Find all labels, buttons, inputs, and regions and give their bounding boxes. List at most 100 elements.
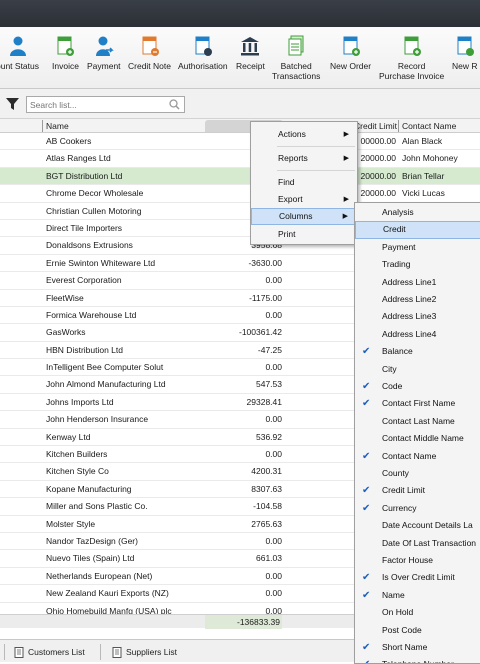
new-order-button[interactable]: New Order bbox=[330, 35, 371, 71]
filter-icon[interactable] bbox=[6, 98, 19, 110]
customer-balance: 0.00 bbox=[265, 535, 282, 546]
column-option[interactable]: Date Account Details La bbox=[355, 517, 480, 534]
menu-item-print[interactable]: Print bbox=[251, 226, 357, 243]
menu-separator bbox=[277, 170, 355, 171]
suppliers-list-tab[interactable]: Suppliers List bbox=[110, 645, 177, 659]
menu-item-find[interactable]: Find bbox=[251, 174, 357, 191]
table-row[interactable]: AB Cookers4900000.00Alan Black bbox=[0, 133, 480, 151]
check-icon: ✔ bbox=[362, 381, 371, 392]
customer-balance: -3630.00 bbox=[248, 257, 282, 268]
column-option-label: Trading bbox=[382, 259, 411, 270]
customer-name: New Zealand Kauri Exports (NZ) bbox=[46, 588, 169, 599]
new-r-button[interactable]: New R bbox=[452, 35, 478, 71]
batched-transactions-button[interactable]: Batched Transactions bbox=[272, 35, 320, 81]
column-option[interactable]: Address Line4 bbox=[355, 326, 480, 343]
record-purchase-invoice-button[interactable]: Record Purchase Invoice bbox=[379, 35, 444, 81]
submenu-arrow-icon: ▶ bbox=[343, 131, 349, 138]
column-option-label: Contact Last Name bbox=[382, 415, 455, 426]
credit-note-label: Credit Note bbox=[128, 61, 171, 71]
customer-name: AB Cookers bbox=[46, 136, 92, 146]
column-header-credit-limit[interactable]: Credit Limit bbox=[354, 120, 397, 132]
authorisation-button[interactable]: Authorisation bbox=[178, 35, 228, 71]
column-option[interactable]: ✔ Contact Name bbox=[355, 448, 480, 465]
column-header-name[interactable]: Name bbox=[42, 120, 69, 132]
column-option-label: Date Of Last Transaction bbox=[382, 537, 477, 548]
new-r-label: New R bbox=[452, 61, 478, 71]
account-status-label: ount Status bbox=[0, 61, 40, 71]
account-status-button[interactable]: ount Status bbox=[0, 35, 39, 71]
column-option-label: Name bbox=[382, 589, 405, 600]
column-option[interactable]: ✔ Credit Limit bbox=[355, 482, 480, 499]
column-option[interactable]: Contact Last Name bbox=[355, 413, 480, 430]
invoice-icon bbox=[57, 36, 75, 56]
customer-contact-name: John Mohoney bbox=[402, 153, 458, 164]
column-option[interactable]: Address Line1 bbox=[355, 274, 480, 291]
column-option[interactable]: City bbox=[355, 361, 480, 378]
column-option[interactable]: ✔ Currency bbox=[355, 500, 480, 517]
customer-name: Kenway Ltd bbox=[46, 431, 91, 442]
column-option[interactable]: Payment bbox=[355, 239, 480, 256]
search-icon[interactable] bbox=[169, 99, 180, 110]
column-option[interactable]: ✔Telephone Number bbox=[355, 656, 480, 663]
column-option[interactable]: On Hold bbox=[355, 604, 480, 621]
column-option[interactable]: Address Line2 bbox=[355, 291, 480, 308]
check-icon: ✔ bbox=[362, 656, 370, 663]
payment-button[interactable]: Payment bbox=[87, 35, 121, 71]
customer-balance: 536.92 bbox=[256, 431, 282, 442]
column-option[interactable]: Post Code bbox=[355, 622, 480, 639]
table-row[interactable]: BGT Distribution Ltd-1320000.00Brian Tel… bbox=[0, 167, 480, 186]
credit-note-button[interactable]: Credit Note bbox=[128, 35, 171, 71]
column-option[interactable]: Date Of Last Transaction bbox=[355, 535, 480, 552]
column-option[interactable]: Trading bbox=[355, 256, 480, 273]
column-option[interactable]: ✔ Is Over Credit Limit bbox=[355, 569, 480, 586]
menu-separator bbox=[277, 146, 355, 147]
column-option[interactable]: Credit bbox=[355, 221, 480, 239]
document-icon bbox=[112, 647, 122, 658]
menu-item-actions[interactable]: Actions ▶ bbox=[251, 126, 357, 143]
search-input[interactable] bbox=[27, 97, 162, 112]
invoice-button[interactable]: Invoice bbox=[52, 35, 79, 71]
column-option[interactable]: ✔ Balance bbox=[355, 343, 480, 360]
column-option[interactable]: Factor House bbox=[355, 552, 480, 569]
table-row[interactable]: Chrome Decor Wholesale 20000.00 Vicki Luca… bbox=[0, 185, 480, 203]
column-option[interactable]: Contact Middle Name bbox=[355, 430, 480, 447]
authorisation-icon bbox=[195, 36, 212, 56]
customer-name: GasWorks bbox=[46, 327, 86, 338]
receipt-button[interactable]: Receipt bbox=[236, 35, 265, 71]
column-option-label: Contact Middle Name bbox=[382, 433, 464, 444]
invoice-label: Invoice bbox=[52, 61, 79, 71]
customer-balance: -104.58 bbox=[253, 501, 282, 512]
column-header-contact-name[interactable]: Contact Name bbox=[398, 120, 456, 132]
search-box bbox=[26, 96, 185, 113]
column-option-label: Payment bbox=[382, 241, 416, 252]
customer-name: Donaldsons Extrusions bbox=[46, 240, 133, 251]
customer-contact-name: Brian Tellar bbox=[402, 170, 445, 181]
column-option[interactable]: County bbox=[355, 465, 480, 482]
menu-item-export[interactable]: Export ▶ bbox=[251, 191, 357, 208]
column-option-label: City bbox=[382, 363, 397, 374]
customers-list-tab[interactable]: Customers List bbox=[12, 645, 85, 659]
menu-item-reports[interactable]: Reports ▶ bbox=[251, 150, 357, 167]
column-option[interactable]: ✔ Code bbox=[355, 378, 480, 395]
table-row[interactable]: Atlas Ranges Ltd 20000.00 John Mohoney bbox=[0, 150, 480, 168]
column-option[interactable]: Analysis bbox=[355, 204, 480, 221]
column-option[interactable]: ✔ Contact First Name bbox=[355, 395, 480, 412]
customer-balance: 0.00 bbox=[265, 275, 282, 286]
column-option[interactable]: ✔ Short Name bbox=[355, 639, 480, 656]
menu-item-columns[interactable]: Columns ▶ bbox=[251, 208, 357, 225]
customer-name: InTelligent Bee Computer Solut bbox=[46, 362, 164, 373]
customer-contact-name: Alan Black bbox=[402, 136, 443, 146]
check-icon: ✔ bbox=[362, 346, 371, 358]
column-option[interactable]: ✔ Name bbox=[355, 587, 480, 604]
customer-name: John Almond Manufacturing Ltd bbox=[46, 379, 166, 390]
check-icon: ✔ bbox=[362, 589, 371, 601]
customer-name: Miller and Sons Plastic Co. bbox=[46, 501, 148, 512]
submenu-arrow-icon: ▶ bbox=[342, 213, 348, 220]
customer-name: Ernie Swinton Whiteware Ltd bbox=[46, 257, 156, 268]
window-title-bar bbox=[0, 0, 480, 27]
customer-name: Johns Imports Ltd bbox=[46, 396, 114, 407]
column-option-label: Currency bbox=[382, 502, 417, 513]
column-option-label: Factor House bbox=[382, 555, 434, 565]
column-option[interactable]: Address Line3 bbox=[355, 308, 480, 325]
customer-balance: -1175.00 bbox=[249, 292, 282, 303]
